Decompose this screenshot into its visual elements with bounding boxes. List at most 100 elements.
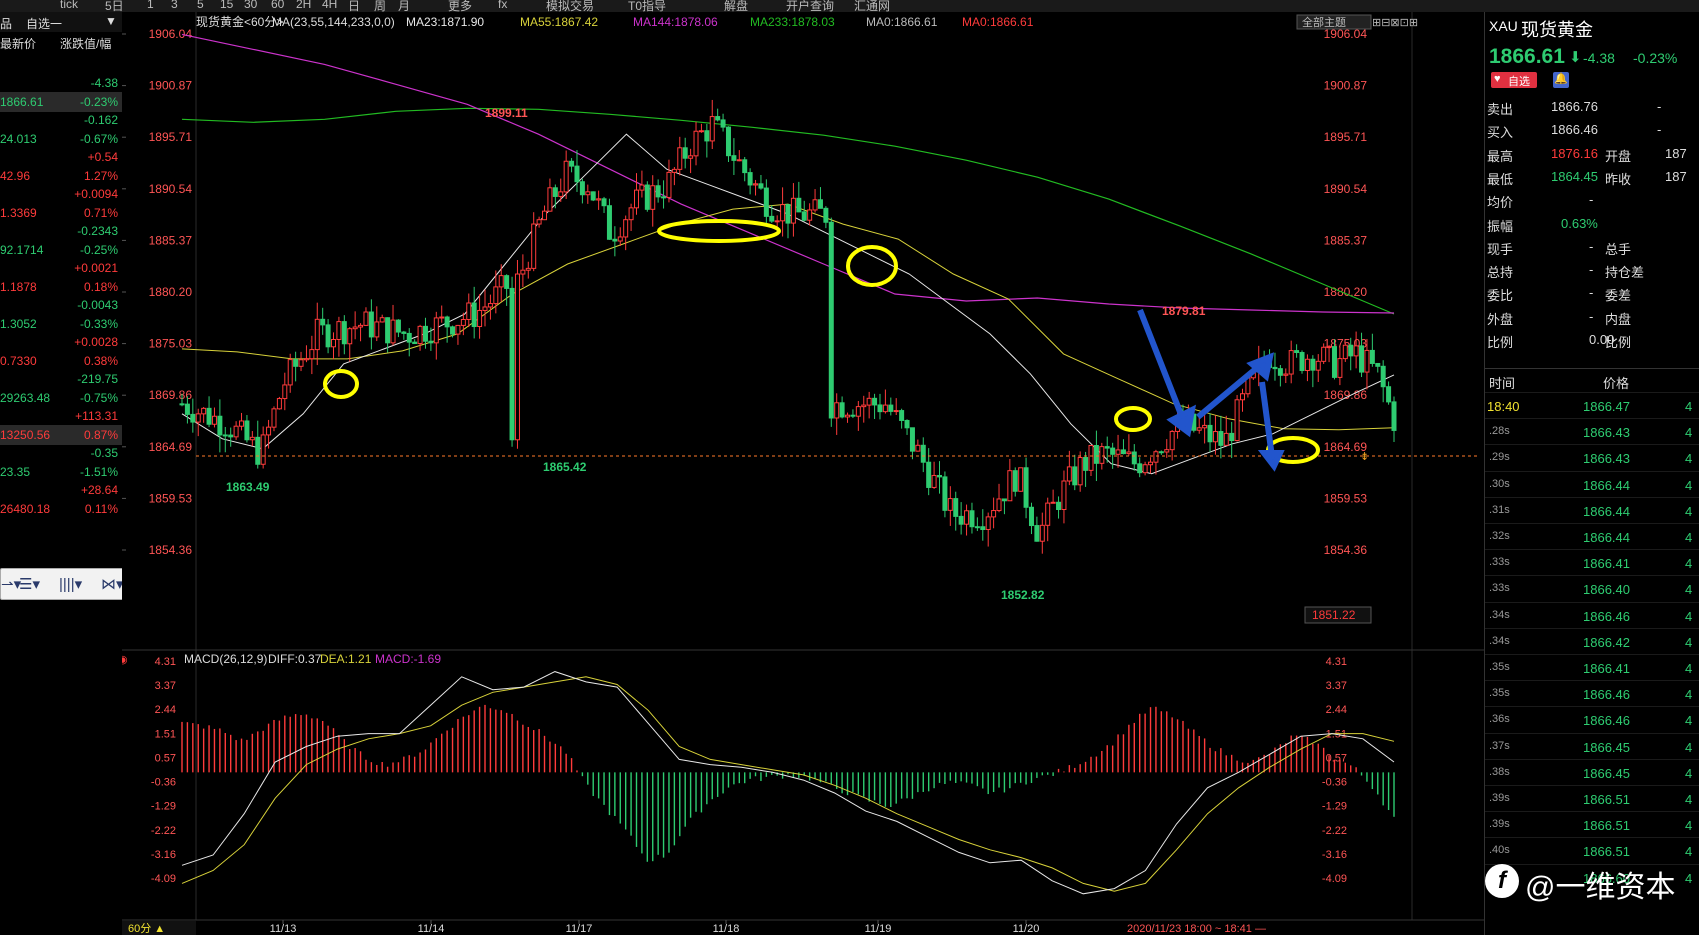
- tick-time: .34s: [1489, 634, 1510, 647]
- candle-body: [980, 526, 986, 531]
- toolbar-item[interactable]: 2H: [296, 0, 311, 11]
- toolbar-item[interactable]: 1: [147, 0, 154, 11]
- candle-body: [352, 326, 358, 330]
- macd-settings-icon[interactable]: ◉: [122, 654, 128, 666]
- toolbar-item[interactable]: 5: [197, 0, 204, 11]
- watchlist-row[interactable]: +0.54: [0, 147, 122, 167]
- candle-body: [1142, 464, 1148, 474]
- watchlist-row[interactable]: 26480.18 0.11%: [0, 499, 122, 519]
- candle-body: [1083, 457, 1089, 471]
- tick-row: .36s 1866.46 4: [1485, 706, 1699, 735]
- candle-body: [331, 338, 336, 348]
- candle-body: [341, 321, 347, 345]
- candle-body: [1196, 427, 1202, 431]
- annotation-low-1: 1863.49: [226, 480, 270, 494]
- watchlist-row[interactable]: +0.0021: [0, 258, 122, 278]
- watchlist-row[interactable]: 13250.56 0.87%: [0, 424, 122, 445]
- period-label[interactable]: 60分 ▲: [128, 922, 165, 935]
- tick-vol-fragment: 4: [1685, 687, 1693, 703]
- quote-value: 1876.16: [1551, 145, 1598, 161]
- watchlist-row[interactable]: -0.162: [0, 110, 122, 130]
- price-label-right: 1906.04: [1324, 27, 1368, 41]
- tick-row: .30s 1866.44 4: [1485, 470, 1699, 500]
- quote-value: -: [1589, 308, 1594, 324]
- watermark: f @一维资本: [1485, 858, 1699, 906]
- layout-icons[interactable]: ⊞⊟⊠⊡⊞: [1372, 17, 1418, 29]
- watchlist-row[interactable]: -0.0043: [0, 295, 122, 315]
- watchlist-row[interactable]: +113.31: [0, 406, 122, 426]
- watchlist-row[interactable]: 24.013 -0.67%: [0, 129, 122, 149]
- toolbar-item[interactable]: 30: [244, 0, 257, 11]
- date-label: 11/19: [865, 923, 892, 935]
- candle-body: [239, 420, 245, 427]
- tick-time: .33s: [1489, 556, 1510, 569]
- kline-chart[interactable]: 现货黄金<60分> MA(23,55,144,233,0,0) MA23:187…: [122, 12, 1484, 935]
- toolbar-item[interactable]: 60: [271, 0, 284, 11]
- candle-body: [249, 436, 255, 441]
- tick-time: .31s: [1489, 503, 1510, 516]
- quote-label-2: 昨收: [1605, 171, 1632, 187]
- watchlist-change: -0.162: [83, 113, 118, 127]
- tick-price: 1866.46: [1583, 608, 1630, 624]
- watchlist-row[interactable]: +0.0028: [0, 332, 122, 352]
- watchlist-row[interactable]: 23.35 -1.51%: [0, 462, 122, 482]
- candle-body: [514, 273, 520, 441]
- candle-body: [823, 207, 829, 223]
- candle-body: [790, 197, 796, 224]
- candle-body: [190, 413, 196, 423]
- watchlist-row[interactable]: -0.35: [0, 443, 122, 463]
- toolbar-item[interactable]: 15: [220, 0, 233, 11]
- candle-body: [255, 436, 261, 465]
- watchlist-row[interactable]: 29263.48 -0.75%: [0, 388, 122, 408]
- fib-tool-icon[interactable]: ☰▾: [19, 575, 40, 593]
- watchlist-row[interactable]: 1.3369 0.71%: [0, 203, 122, 223]
- toolbar-item[interactable]: fx: [498, 0, 507, 11]
- watchlist-row[interactable]: 1866.61 -0.23%: [0, 91, 122, 112]
- tick-price: 1866.43: [1583, 425, 1630, 441]
- quote-value-2: 187: [1665, 145, 1687, 161]
- candle-body: [1331, 346, 1337, 378]
- watchlist-row[interactable]: -219.75: [0, 369, 122, 389]
- watchlist-row[interactable]: 0.7330 0.38%: [0, 351, 122, 371]
- candle-body: [590, 191, 596, 201]
- candle-body: [677, 147, 683, 170]
- candle-body: [347, 328, 353, 345]
- ma-params: MA(23,55,144,233,0,0): [272, 15, 395, 29]
- quote-label-2: 总手: [1605, 241, 1632, 257]
- tick-vol-fragment: 4: [1685, 425, 1693, 441]
- chevron-down-icon[interactable]: ▼: [105, 14, 117, 28]
- pattern-tool-icon[interactable]: ⋈▾: [101, 575, 124, 593]
- quote-row: 买入 1866.46 -: [1485, 119, 1699, 143]
- macd-label-left: -1.29: [151, 801, 176, 813]
- toolbar-item[interactable]: 4H: [322, 0, 337, 11]
- tick-time: .34s: [1489, 608, 1510, 621]
- watchlist-row[interactable]: 92.1714 -0.25%: [0, 240, 122, 260]
- tick-vol-fragment: 4: [1685, 713, 1693, 729]
- candle-body: [309, 349, 315, 360]
- watchlist-row[interactable]: 1.3052 -0.33%: [0, 314, 122, 334]
- macd-title: MACD(26,12,9): [184, 652, 267, 666]
- quote-label-2: 内盘: [1605, 311, 1632, 327]
- fav-button[interactable]: ♥ 自选: [1491, 72, 1537, 88]
- price-label-left: 1875.03: [149, 337, 193, 351]
- watchlist-row[interactable]: -0.2343: [0, 221, 122, 241]
- candle-body: [926, 461, 932, 488]
- candle-body: [801, 211, 807, 221]
- bell-icon[interactable]: 🔔: [1553, 72, 1569, 88]
- tick-row: .35s 1866.46 4: [1485, 680, 1699, 709]
- channel-tool-icon[interactable]: ||||▾: [59, 575, 82, 593]
- watchlist-row[interactable]: 42.96 1.27%: [0, 166, 122, 186]
- watchlist-price: 1.3369: [0, 205, 37, 220]
- quote-change-pct: -0.23%: [1633, 50, 1678, 66]
- toolbar-item[interactable]: 3: [171, 0, 178, 11]
- watchlist-row[interactable]: +28.64: [0, 480, 122, 500]
- watchlist-tab[interactable]: 自选一: [26, 15, 62, 32]
- candle-body: [1061, 480, 1067, 511]
- watchlist-change: -0.67%: [79, 131, 118, 146]
- toolbar-item[interactable]: tick: [60, 0, 78, 11]
- candle-body: [325, 324, 331, 348]
- watchlist-row[interactable]: -4.38: [0, 73, 122, 93]
- watchlist-row[interactable]: +0.0094: [0, 184, 122, 204]
- time-range: 2020/11/23 18:00 ~ 18:41 —: [1127, 923, 1266, 935]
- watchlist-row[interactable]: 1.1878 0.18%: [0, 277, 122, 297]
